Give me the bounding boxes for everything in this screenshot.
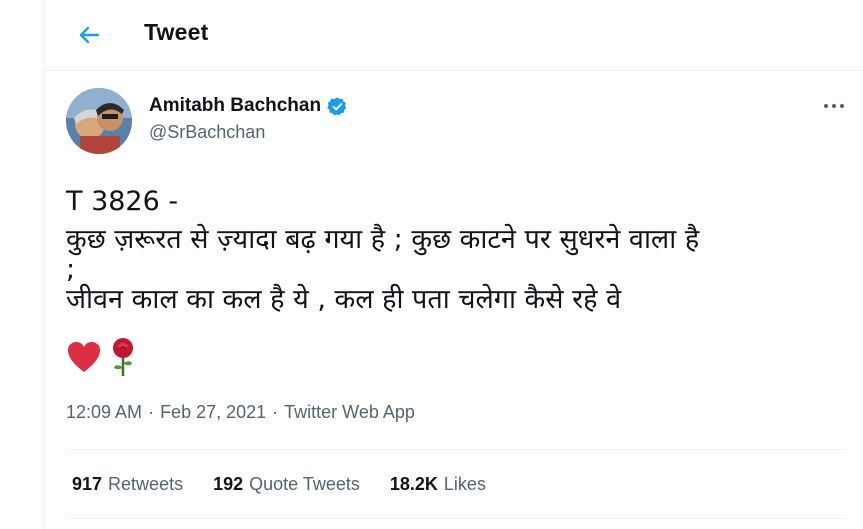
heart-emoji — [68, 342, 100, 372]
rose-emoji — [113, 338, 133, 376]
tweet-stats: 917 Retweets 192 Quote Tweets 18.2K Likes — [72, 474, 516, 495]
author-handle[interactable]: @SrBachchan — [149, 122, 265, 143]
page-title: Tweet — [144, 19, 209, 45]
arrow-left-icon — [79, 26, 100, 44]
tweet-line: कुछ ज़रूरत से ज़्यादा बढ़ गया है ; कुछ क… — [66, 224, 700, 255]
tweet-line: जीवन काल का कल है ये , कल ही पता चलेगा क… — [66, 284, 622, 315]
avatar[interactable] — [66, 88, 132, 154]
page-header: Tweet — [44, 0, 863, 71]
tweet-time[interactable]: 12:09 AM — [66, 402, 142, 422]
quote-tweets-stat[interactable]: 192 Quote Tweets — [213, 474, 360, 495]
likes-stat[interactable]: 18.2K Likes — [390, 474, 486, 495]
retweets-stat[interactable]: 917 Retweets — [72, 474, 183, 495]
author-name-row[interactable]: Amitabh Bachchan — [149, 95, 348, 117]
tweet-source[interactable]: Twitter Web App — [284, 402, 415, 422]
tweet-date[interactable]: Feb 27, 2021 — [160, 402, 266, 422]
tweet-text: T 3826 - कुछ ज़रूरत से ज़्यादा बढ़ गया ह… — [66, 183, 856, 319]
verified-badge-icon — [327, 96, 347, 115]
author-name[interactable]: Amitabh Bachchan — [149, 95, 321, 117]
tweet-line: T 3826 - — [66, 186, 179, 217]
divider — [66, 449, 847, 450]
more-options-button[interactable] — [820, 94, 848, 118]
tweet-timestamp: 12:09 AM · Feb 27, 2021 · Twitter Web App — [66, 402, 415, 422]
more-horizontal-icon — [824, 104, 844, 108]
tweet-line: ; — [66, 254, 76, 285]
divider — [66, 518, 847, 519]
tweet-emojis — [66, 337, 138, 377]
back-button[interactable] — [74, 20, 104, 50]
left-sidebar-gutter — [0, 0, 44, 529]
tweet-detail-column: Tweet Amitabh Bachchan @SrBachchan T 382… — [44, 0, 863, 529]
